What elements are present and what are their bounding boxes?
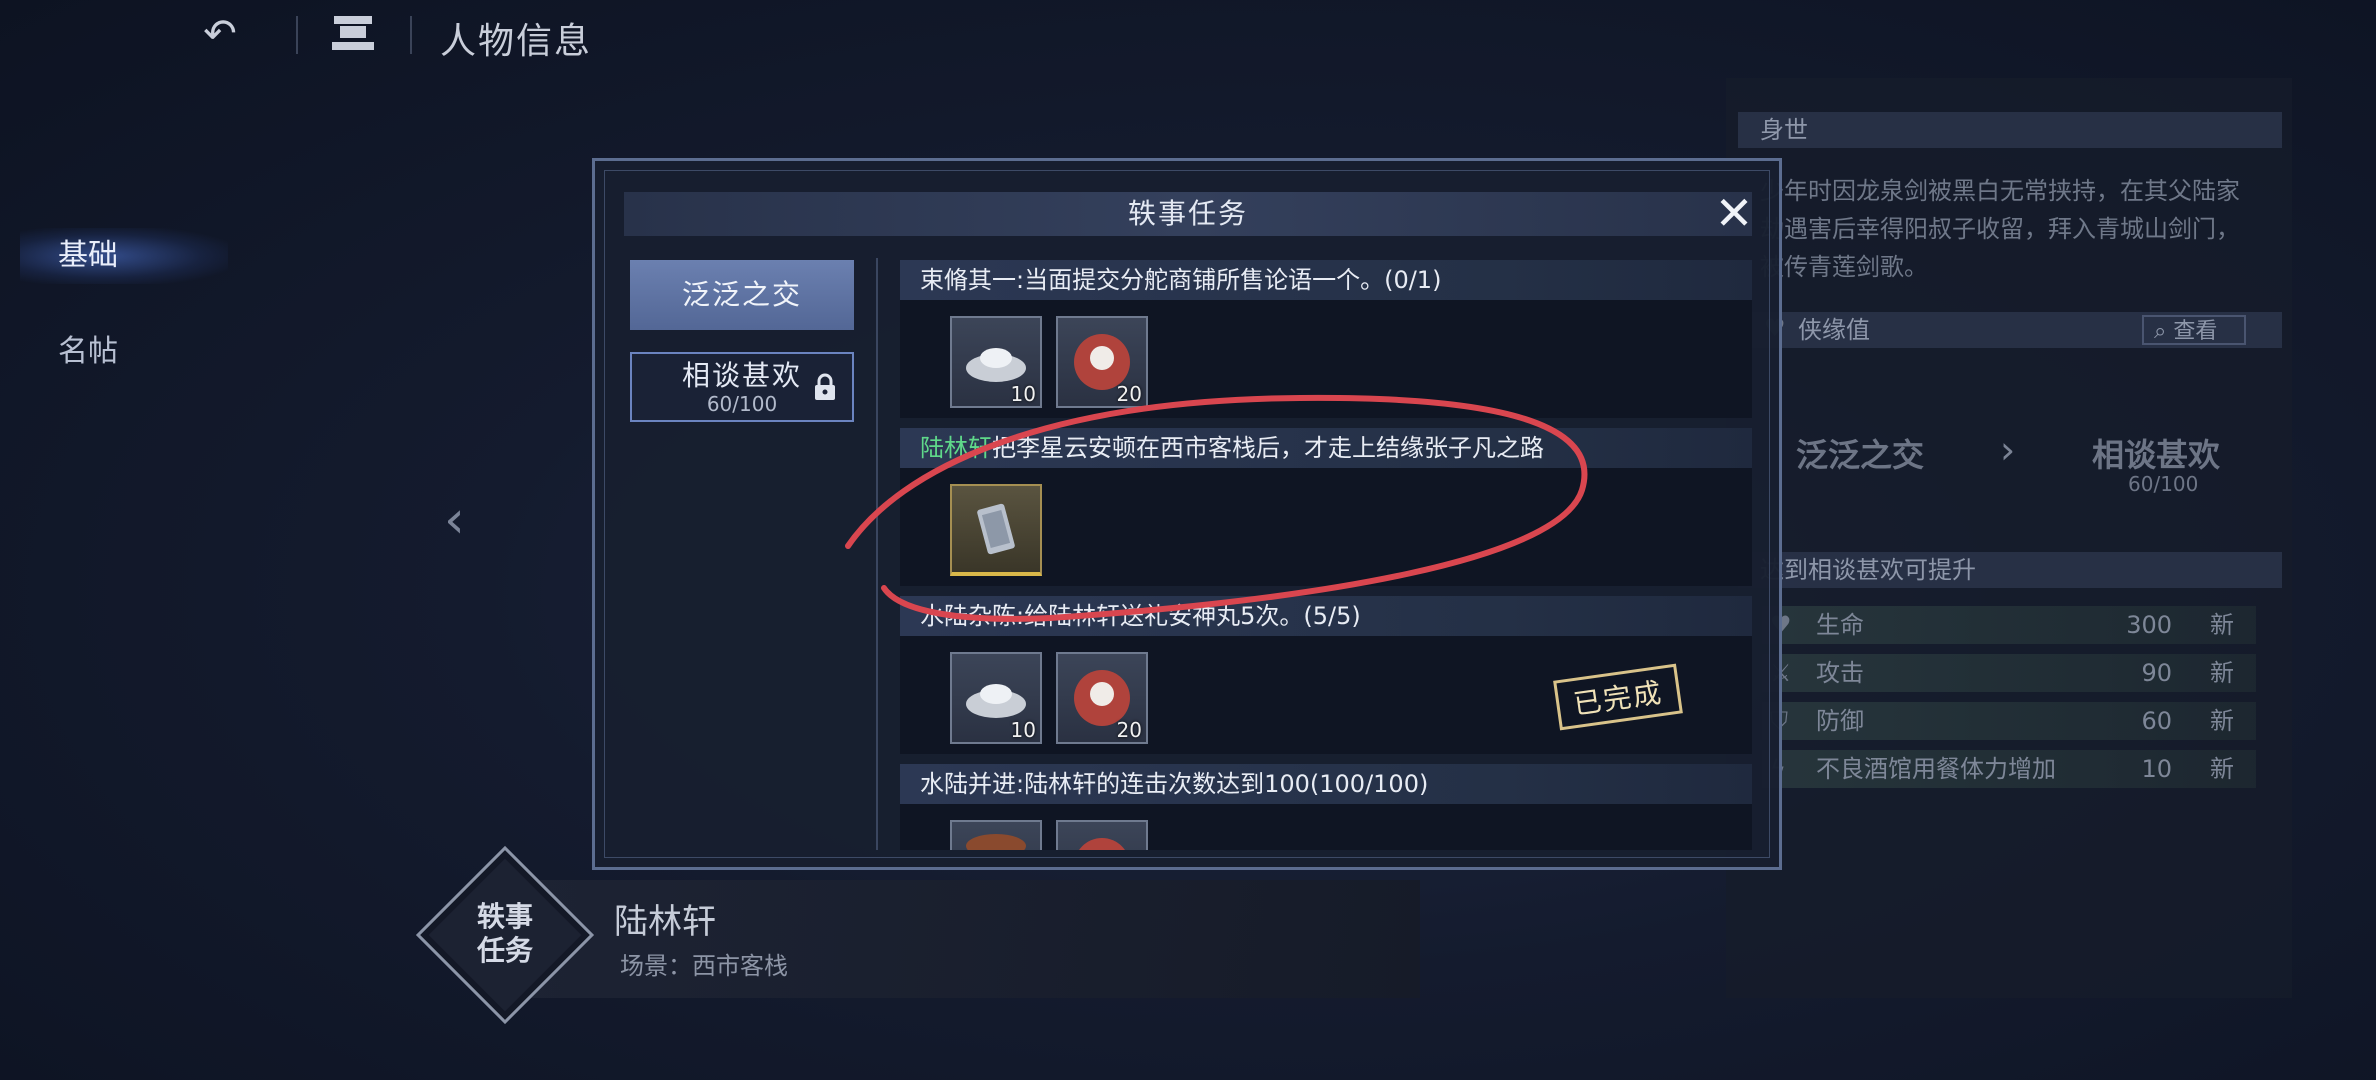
stat-row: ♥ 生命 300 新 [1762, 606, 2256, 644]
stat-label: 攻击 [1816, 659, 1864, 687]
page-title: 人物信息 [440, 21, 593, 62]
stat-label: 不良酒馆用餐体力增加 [1816, 755, 2056, 783]
lock-icon [815, 373, 835, 400]
upgrade-section-title: 达到相谈甚欢可提升 [1738, 552, 2282, 588]
task-title: 束脩其一:当面提交分舵商铺所售论语一个。(0/1) [900, 260, 1752, 300]
nav-item-profile[interactable]: 名帖 [20, 324, 228, 380]
reward-count: 10 [1010, 382, 1036, 406]
reward-item[interactable]: 20 [1056, 316, 1148, 408]
divider [296, 16, 298, 54]
relation-next-progress: 60/100 [2128, 472, 2199, 496]
badge-label: 轶事 任务 [476, 900, 533, 967]
background-text: 少年时因龙泉剑被黑白无常挟持，在其父陆家劫遇害后幸得阳叔子收留，拜入青城山剑门，… [1760, 177, 2240, 281]
task-title: 水陆并进:陆林轩的连击次数达到100(100/100) [900, 764, 1752, 804]
task-title-text: 把李星云安顿在西市客栈后，才走上结缘张子凡之路 [992, 434, 1544, 462]
stat-value: 300 [2126, 611, 2172, 639]
dialog-title: 轶事任务 [1127, 197, 1248, 230]
reward-item[interactable] [950, 484, 1042, 576]
nav-item-basic[interactable]: 基础 [20, 228, 228, 284]
back-arrow-icon[interactable]: ↶ [195, 14, 245, 54]
stat-value: 60 [2141, 707, 2172, 735]
stat-new-badge: 新 [2210, 611, 2234, 639]
scroll-icon [977, 503, 1015, 555]
home-icon[interactable] [328, 12, 378, 56]
stat-label: 防御 [1816, 707, 1864, 735]
character-scene: 场景：西市客栈 [620, 952, 788, 980]
completed-stamp: 已完成 [1553, 663, 1683, 731]
reward-count: 20 [1116, 718, 1142, 742]
stat-value: 90 [2141, 659, 2172, 687]
search-icon: ⌕ [2154, 319, 2167, 344]
stat-value: 10 [2141, 755, 2172, 783]
stat-new-badge: 新 [2210, 659, 2234, 687]
reward-item[interactable]: 10 [950, 652, 1042, 744]
divider [876, 258, 878, 850]
reward-item[interactable]: 10 [950, 316, 1042, 408]
task-title: 陆林轩把李星云安顿在西市客栈后，才走上结缘张子凡之路 [900, 428, 1752, 468]
reward-item[interactable] [950, 820, 1042, 850]
task-rewards: 10 20 [900, 300, 1752, 418]
task-rewards [900, 804, 1752, 850]
stat-row: ⚔ 攻击 90 新 [1762, 654, 2256, 692]
food-icon [966, 834, 1026, 850]
task-title: 水陆杂陈:给陆林轩送礼安神丸5次。(5/5) [900, 596, 1752, 636]
reward-item[interactable]: 20 [1056, 652, 1148, 744]
relation-current: 泛泛之交 [1796, 436, 1925, 474]
divider [410, 16, 412, 54]
reward-item[interactable] [1056, 820, 1148, 850]
stat-new-badge: 新 [2210, 755, 2234, 783]
task-rewards: 10 20 已完成 [900, 636, 1752, 754]
chevron-left-icon[interactable]: ‹ [444, 490, 484, 550]
character-name-highlight: 陆林轩 [920, 434, 992, 462]
character-name: 陆林轩 [614, 902, 716, 942]
stat-new-badge: 新 [2210, 707, 2234, 735]
stat-row: ϟ 不良酒馆用餐体力增加 10 新 [1762, 750, 2256, 788]
task-rewards [900, 468, 1752, 586]
relation-next: 相谈甚欢 [2092, 436, 2221, 474]
reward-count: 20 [1116, 382, 1142, 406]
background-section-title: 身世 [1738, 112, 2282, 148]
reward-count: 10 [1010, 718, 1036, 742]
stat-label: 生命 [1816, 611, 1864, 639]
gift-box-icon [1079, 838, 1125, 850]
stat-row: ⛉ 防御 60 新 [1762, 702, 2256, 740]
view-button[interactable]: ⌕ 查看 [2142, 315, 2246, 345]
task-list[interactable]: 束脩其一:当面提交分舵商铺所售论语一个。(0/1) 10 20 陆林轩把李星云安… [900, 256, 1752, 850]
view-label: 查看 [2173, 319, 2218, 344]
chevron-right-icon: › [2000, 428, 2016, 472]
close-icon[interactable]: ✕ [1710, 190, 1758, 238]
tab-acquaintance[interactable]: 泛泛之交 [630, 260, 854, 330]
